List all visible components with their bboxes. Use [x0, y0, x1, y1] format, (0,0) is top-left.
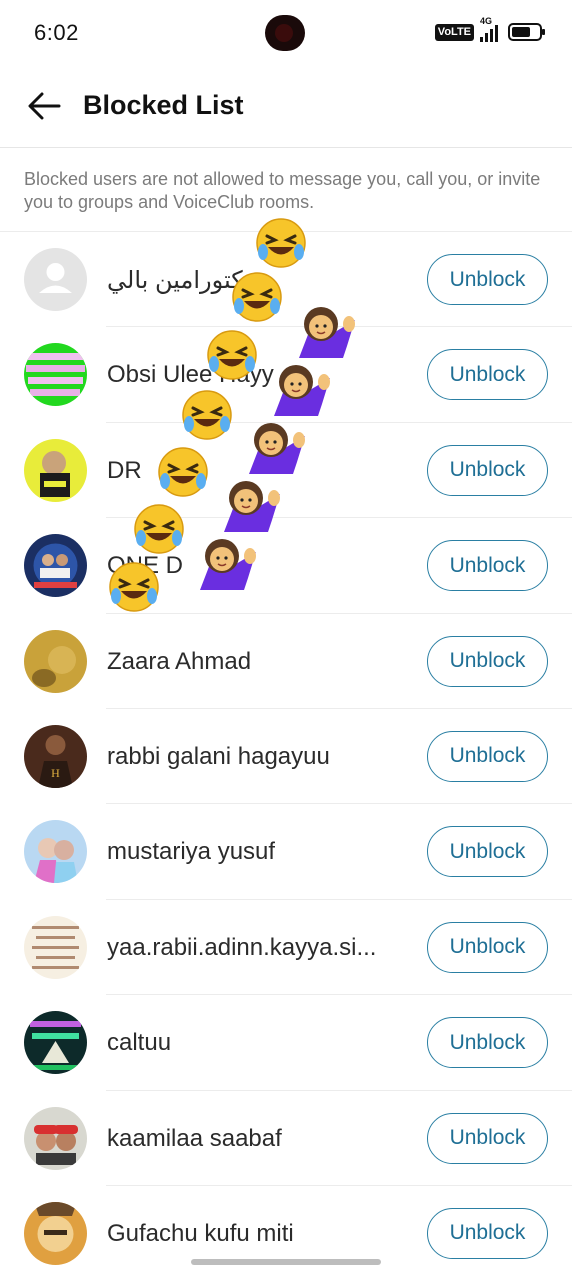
list-item: mustariya yusuf Unblock — [0, 804, 572, 900]
list-item: H rabbi galani hagayuu Unblock — [0, 709, 572, 805]
unblock-button[interactable]: Unblock — [427, 540, 548, 592]
list-item: دكتورامين بالي Unblock — [0, 232, 572, 328]
svg-text:H: H — [51, 766, 60, 780]
user-name: caltuu — [107, 1029, 172, 1057]
avatar[interactable] — [24, 1011, 87, 1075]
status-bar: 6:02 VoLTE 4G — [0, 0, 572, 68]
unblock-button[interactable]: Unblock — [427, 254, 548, 305]
avatar[interactable] — [24, 438, 87, 502]
list-item: yaa.rabii.adinn.kayya.si... Unblock — [0, 900, 572, 996]
unblock-button[interactable]: Unblock — [427, 730, 548, 782]
unblock-button[interactable]: Unblock — [427, 921, 548, 973]
home-indicator[interactable] — [191, 1259, 381, 1265]
signal-icon: 4G — [480, 16, 498, 42]
blocked-info-text: Blocked users are not allowed to message… — [24, 169, 541, 212]
battery-icon — [508, 23, 545, 41]
avatar[interactable] — [24, 915, 87, 979]
avatar[interactable] — [24, 1201, 87, 1265]
list-item: Obsi Ulee Hayy Unblock — [0, 327, 572, 423]
list-item: ONE D Unblock — [0, 518, 572, 614]
page-title: Blocked List — [83, 90, 244, 120]
app-header: Blocked List — [0, 68, 572, 148]
status-icons: VoLTE 4G — [434, 16, 545, 42]
user-name: Gufachu kufu miti — [107, 1219, 294, 1247]
back-arrow-icon — [28, 92, 61, 120]
avatar[interactable] — [24, 629, 87, 693]
blocked-users-list: دكتورامين بالي Unblock Obsi Ulee Hayy Un… — [0, 232, 572, 1280]
list-item: Gufachu kufu miti Unblock — [0, 1186, 572, 1280]
status-time: 6:02 — [34, 20, 79, 45]
user-name: yaa.rabii.adinn.kayya.si... — [107, 933, 377, 961]
back-button[interactable] — [24, 86, 64, 126]
unblock-button[interactable]: Unblock — [427, 1017, 548, 1069]
network-type-label: 4G — [480, 16, 493, 26]
list-item: DR Unblock — [0, 423, 572, 519]
unblock-button[interactable]: Unblock — [427, 826, 548, 878]
avatar[interactable] — [24, 248, 87, 311]
user-name: kaamilaa saabaf — [107, 1124, 282, 1152]
avatar[interactable] — [24, 343, 87, 407]
avatar[interactable] — [24, 820, 87, 884]
avatar[interactable] — [24, 534, 87, 598]
user-name: Zaara Ahmad — [107, 647, 252, 675]
list-item: Zaara Ahmad Unblock — [0, 614, 572, 709]
user-name: ONE D — [107, 552, 184, 580]
user-name: DR — [107, 456, 142, 484]
unblock-button[interactable]: Unblock — [427, 444, 548, 496]
user-name: rabbi galani hagayuu — [107, 742, 330, 770]
unblock-button[interactable]: Unblock — [427, 1112, 548, 1164]
list-item: caltuu Unblock — [0, 995, 572, 1091]
volte-icon: VoLTE — [434, 23, 474, 41]
avatar[interactable]: H — [24, 724, 87, 788]
list-item: kaamilaa saabaf Unblock — [0, 1091, 572, 1186]
user-name: Obsi Ulee Hayy — [107, 361, 274, 389]
camera-cutout — [265, 15, 305, 51]
user-name: دكتورامين بالي — [107, 267, 254, 294]
user-name: mustariya yusuf — [107, 838, 276, 866]
unblock-button[interactable]: Unblock — [427, 349, 548, 401]
unblock-button[interactable]: Unblock — [427, 635, 548, 687]
avatar[interactable] — [24, 1106, 87, 1170]
unblock-button[interactable]: Unblock — [427, 1207, 548, 1259]
